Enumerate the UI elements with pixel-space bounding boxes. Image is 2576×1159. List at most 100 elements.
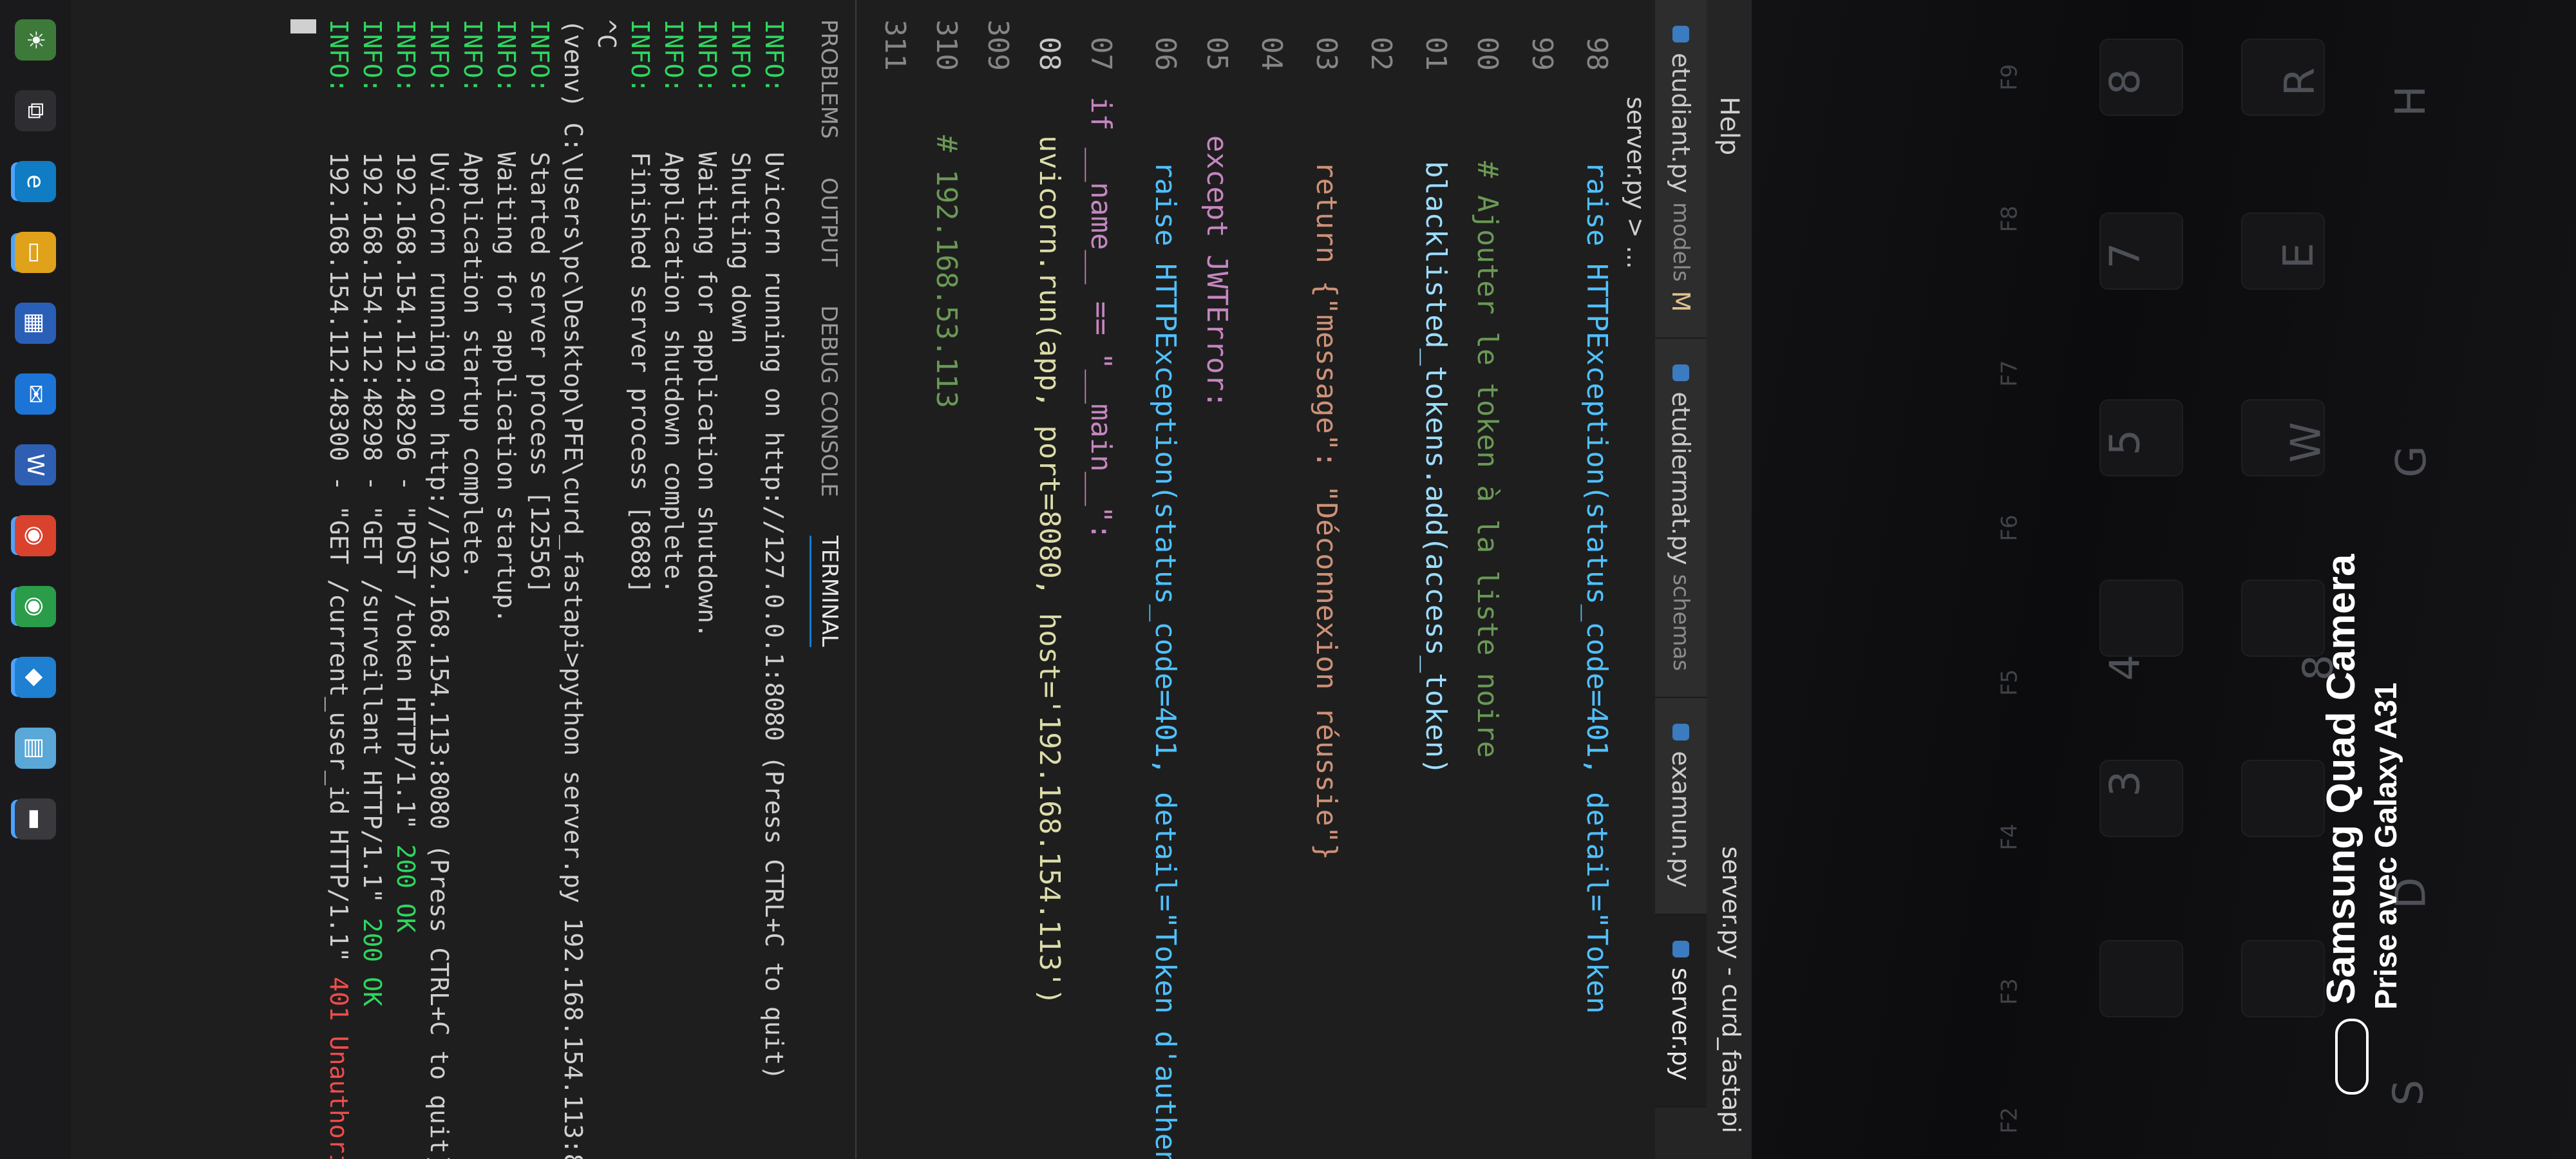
terminal-line: INFO: Started server process [12556] [523, 19, 556, 1140]
line-number: 01 [1419, 37, 1453, 71]
terminal-icon[interactable]: ▬ [15, 798, 56, 840]
menu-bar: Help server.py - curd_fastapi [1707, 0, 1752, 1159]
chrome-icon[interactable]: ◉ [15, 586, 56, 627]
camera-icon [2334, 1019, 2369, 1095]
log-level: INFO: [492, 19, 520, 93]
terminal-line: INFO: 192.168.154.112:48298 - "GET /surv… [355, 19, 389, 1140]
python-file-icon [1672, 364, 1689, 382]
key-label: G [2387, 446, 2436, 478]
python-file-icon [1672, 26, 1689, 42]
fkey-label: F5 [1996, 669, 2023, 696]
line-number: 309 [981, 19, 1015, 71]
log-level: INFO: [459, 19, 487, 93]
log-text: Uvicorn running on http://127.0.0.1:8080… [760, 151, 788, 1080]
weather-widget-icon[interactable]: ☀ [15, 19, 56, 61]
key-label: 5 [2101, 429, 2150, 456]
tab-etudiermat[interactable]: etudiermat.py schemas [1655, 339, 1707, 699]
fkey-label: F3 [1996, 978, 2023, 1005]
key-label: 4 [2101, 654, 2150, 681]
code-line: raise HTTPException(status_code=401, det… [1149, 161, 1182, 1159]
fkey-label: F8 [1996, 205, 2023, 232]
editor-tab-bar: etudiant.py models M etudiermat.py schem… [1655, 0, 1707, 1159]
tab-label: etudiant.py [1667, 53, 1695, 193]
store-icon[interactable]: ▦ [15, 303, 56, 344]
vscode-icon[interactable]: ◆ [15, 657, 56, 698]
edge-icon[interactable]: e [15, 161, 56, 202]
terminal-line: ^C [590, 19, 623, 1140]
terminal-line: INFO: Application shutdown complete. [657, 19, 690, 1140]
tab-problems[interactable]: PROBLEMS [811, 19, 842, 139]
tab-label: examun.py [1667, 751, 1695, 888]
tab-folder: models [1668, 202, 1694, 282]
key-label: 7 [2101, 242, 2150, 269]
python-file-icon [1672, 724, 1689, 741]
log-text: 192.168.154.112:48296 - "POST /token HTT… [392, 151, 420, 830]
word-icon[interactable]: W [15, 444, 56, 485]
file-explorer-icon[interactable]: ▭ [15, 232, 56, 273]
code-line: raise HTTPException(status_code=401, det… [1580, 161, 1614, 1014]
menu-item-help[interactable]: Help [1714, 97, 1744, 155]
line-number: 07 [1084, 37, 1118, 71]
code-comment: # 192.168.53.113 [930, 135, 963, 408]
log-text: Waiting for application startup. [492, 151, 520, 623]
key-label: W [2282, 422, 2331, 463]
fkey-label: F9 [1996, 64, 2023, 91]
fkey-label: F2 [1996, 1107, 2023, 1134]
key-label: E [2275, 242, 2324, 269]
line-number: 00 [1471, 37, 1504, 71]
chrome-icon[interactable]: ◉ [15, 515, 56, 556]
log-text: Started server process [12556] [526, 151, 554, 594]
taskbar: ☀ ⧉ e ▭ ▦ ✉ W ◉ ◉ ◆ ▤ ▬ [0, 0, 71, 1159]
line-number: 99 [1526, 37, 1559, 71]
terminal-line: INFO: Waiting for application startup. [489, 19, 523, 1140]
code-editor[interactable]: 98 raise HTTPException(status_code=401, d… [857, 0, 1616, 1159]
log-level: INFO: [726, 19, 755, 93]
terminal-line: INFO: 192.168.154.112:48296 - "POST /tok… [389, 19, 422, 1140]
log-level: INFO: [693, 19, 721, 93]
code-line: return {"message": "Déconnexion réussie"… [1310, 161, 1343, 861]
code-line: uvicorn.run(app, port=8080, host='192.16… [1033, 135, 1066, 1006]
tab-etudiant[interactable]: etudiant.py models M [1655, 0, 1707, 339]
tab-debug-console[interactable]: DEBUG CONSOLE [811, 305, 842, 497]
line-number: 06 [1149, 37, 1182, 71]
line-number-current: 08 [1033, 37, 1066, 71]
line-number: 311 [878, 19, 912, 71]
terminal-output[interactable]: INFO: Uvicorn running on http://127.0.0.… [282, 0, 797, 1159]
terminal-line: INFO: Shutting down [724, 19, 757, 1140]
terminal-line: INFO: Uvicorn running on http://192.168.… [422, 19, 456, 1159]
tab-examun[interactable]: examun.py [1655, 698, 1707, 915]
fkey-label: F7 [1996, 360, 2023, 387]
python-file-icon [1672, 940, 1689, 957]
log-level: INFO: [760, 19, 788, 93]
fkey-label: F4 [1996, 824, 2023, 851]
mail-icon[interactable]: ✉ [15, 373, 56, 415]
tab-terminal[interactable]: TERMINAL [810, 535, 843, 647]
log-text: Application shutdown complete. [659, 151, 688, 594]
tab-output[interactable]: OUTPUT [811, 178, 842, 267]
key-label: R [2277, 67, 2325, 97]
log-level: INFO: [425, 19, 453, 93]
log-text: (venv) C:\Users\pc\Desktop\PFE\curd_fast… [559, 19, 587, 1159]
log-level: INFO: [358, 19, 386, 93]
log-level: INFO: [626, 19, 654, 93]
code-line: if __name__ == "__main__": [1084, 97, 1118, 540]
log-level: INFO: [526, 19, 554, 93]
http-status: 401 Unauthorized [325, 977, 353, 1159]
fkey-label: F6 [1996, 514, 2023, 542]
terminal-line: INFO: 192.168.154.112:48300 - "GET /curr… [322, 19, 355, 1159]
notepad-icon[interactable]: ▤ [15, 728, 56, 769]
log-level: INFO: [659, 19, 688, 93]
code-line: except JWTError: [1200, 135, 1234, 408]
line-number: 98 [1580, 37, 1614, 71]
keyboard-background: R E W 8 8 7 5 4 3 H G D S F9 F8 F7 F6 F5… [1752, 0, 2576, 1159]
key-label: 3 [2101, 770, 2150, 797]
terminal-line: INFO: Waiting for application shutdown. [690, 19, 724, 1140]
terminal-line: INFO: Finished server process [8688] [623, 19, 657, 1140]
breadcrumb[interactable]: server.py > ... [1616, 0, 1655, 1159]
bottom-panel: PROBLEMS OUTPUT DEBUG CONSOLE TERMINAL I… [70, 0, 857, 1159]
tab-server[interactable]: server.py [1655, 914, 1707, 1108]
terminal-line: (venv) C:\Users\pc\Desktop\PFE\curd_fast… [556, 19, 590, 1159]
task-view-icon[interactable]: ⧉ [15, 90, 56, 131]
log-level: INFO: [392, 19, 420, 93]
monitor-screen: Help server.py - curd_fastapi etudiant.p… [0, 0, 1752, 1159]
